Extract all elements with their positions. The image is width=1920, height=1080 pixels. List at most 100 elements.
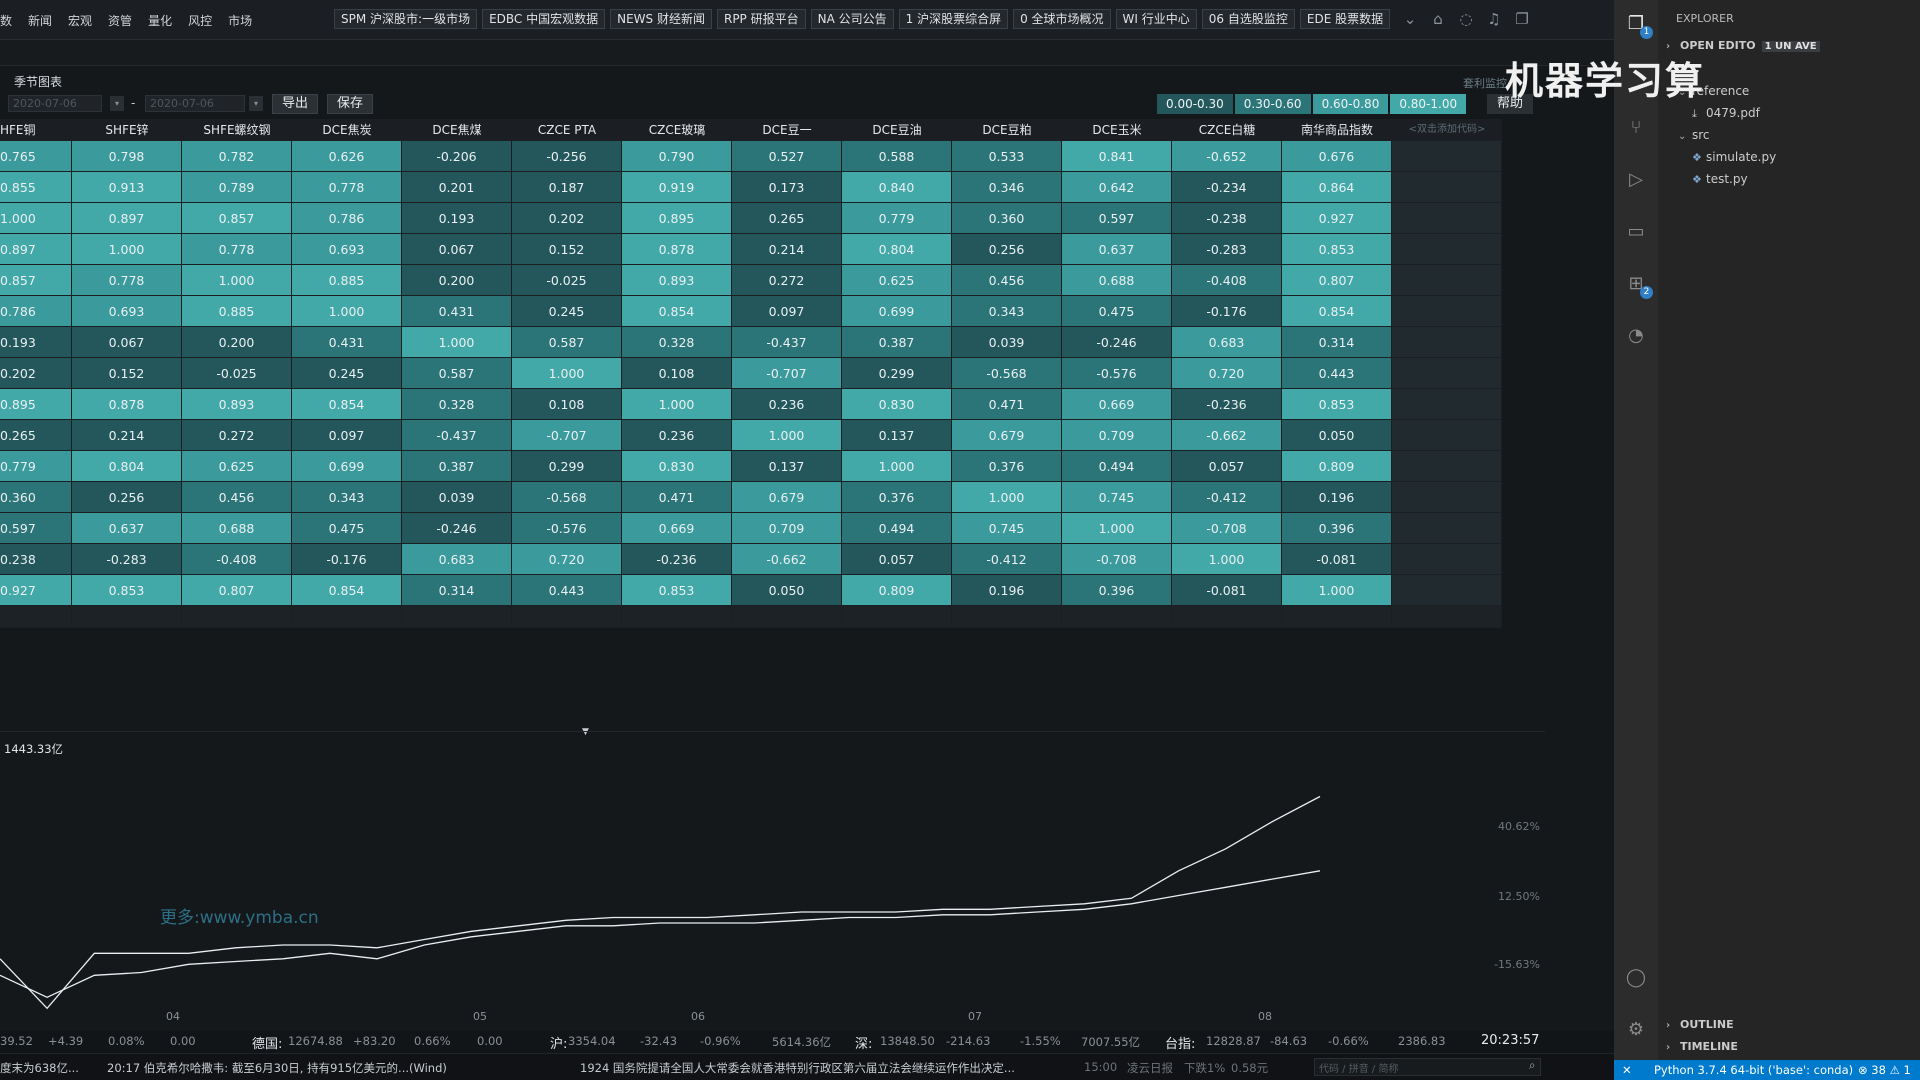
correlation-cell[interactable]: 0.456 [952, 265, 1062, 296]
code-search-input[interactable]: 代码 / 拼音 / 简称 [1314, 1058, 1541, 1076]
correlation-cell[interactable]: -0.437 [732, 327, 842, 358]
correlation-cell[interactable]: -0.081 [1172, 575, 1282, 606]
correlation-cell[interactable]: -0.576 [512, 513, 622, 544]
correlation-cell[interactable]: 0.798 [72, 141, 182, 172]
correlation-cell[interactable]: 0.314 [402, 575, 512, 606]
correlation-cell[interactable]: 0.913 [72, 172, 182, 203]
correlation-cell[interactable]: 0.328 [402, 389, 512, 420]
correlation-cell[interactable]: -0.246 [1062, 327, 1172, 358]
correlation-cell[interactable]: 0.272 [182, 420, 292, 451]
correlation-cell[interactable]: 1.000 [842, 451, 952, 482]
correlation-cell[interactable]: 0.782 [182, 141, 292, 172]
empty-cell[interactable] [952, 606, 1062, 628]
correlation-cell[interactable]: 0.137 [842, 420, 952, 451]
correlation-cell[interactable]: 0.067 [402, 234, 512, 265]
correlation-cell[interactable]: 0.864 [1282, 172, 1392, 203]
correlation-cell[interactable]: 0.471 [952, 389, 1062, 420]
correlation-cell[interactable]: 0.688 [182, 513, 292, 544]
correlation-cell[interactable]: -0.708 [1062, 544, 1172, 575]
empty-cell[interactable] [1392, 420, 1502, 451]
correlation-cell[interactable]: 0.893 [182, 389, 292, 420]
export-button[interactable]: 导出 [272, 94, 319, 114]
column-header[interactable]: DCE豆油 [842, 119, 952, 141]
correlation-cell[interactable]: 0.152 [72, 358, 182, 389]
empty-cell[interactable] [1392, 172, 1502, 203]
column-header[interactable]: CZCE PTA [512, 119, 622, 141]
correlation-cell[interactable]: 0.527 [732, 141, 842, 172]
remote-icon[interactable]: ✕ [1622, 1063, 1632, 1077]
column-header[interactable]: SHFE锌 [72, 119, 182, 141]
correlation-cell[interactable]: 1.000 [622, 389, 732, 420]
correlation-cell[interactable]: 1.000 [512, 358, 622, 389]
ticker-item[interactable]: 度末为638亿... [0, 1060, 79, 1076]
correlation-cell[interactable]: 0.895 [0, 389, 72, 420]
correlation-cell[interactable]: 0.885 [292, 265, 402, 296]
correlation-cell[interactable]: 0.626 [292, 141, 402, 172]
correlation-cell[interactable]: -0.283 [72, 544, 182, 575]
correlation-cell[interactable]: -0.246 [402, 513, 512, 544]
correlation-cell[interactable]: 0.202 [512, 203, 622, 234]
empty-cell[interactable] [1172, 606, 1282, 628]
correlation-cell[interactable]: 0.841 [1062, 141, 1172, 172]
correlation-cell[interactable]: 0.396 [1282, 513, 1392, 544]
correlation-cell[interactable]: -0.437 [402, 420, 512, 451]
correlation-cell[interactable]: 0.720 [1172, 358, 1282, 389]
empty-cell[interactable] [1392, 482, 1502, 513]
ticker-item[interactable]: 1924 国务院提请全国人大常委会就香港特别行政区第六届立法会继续运作作出决定.… [580, 1060, 1015, 1076]
empty-cell[interactable] [1392, 358, 1502, 389]
correlation-cell[interactable]: -0.283 [1172, 234, 1282, 265]
correlation-cell[interactable]: -0.408 [1172, 265, 1282, 296]
correlation-cell[interactable]: -0.236 [1172, 389, 1282, 420]
chat-icon[interactable]: ◌ [1456, 10, 1476, 28]
correlation-cell[interactable]: 0.853 [1282, 234, 1392, 265]
empty-cell[interactable] [1282, 606, 1392, 628]
correlation-cell[interactable]: 0.314 [1282, 327, 1392, 358]
correlation-cell[interactable]: 0.475 [1062, 296, 1172, 327]
calendar-icon[interactable]: ▾ [249, 96, 263, 111]
correlation-cell[interactable]: 0.625 [842, 265, 952, 296]
explorer-icon[interactable]: ❐ 1 [1624, 12, 1653, 39]
correlation-cell[interactable]: 0.256 [72, 482, 182, 513]
correlation-cell[interactable]: 0.238 [0, 544, 72, 575]
correlation-cell[interactable]: 0.597 [1062, 203, 1172, 234]
correlation-cell[interactable]: -0.176 [292, 544, 402, 575]
correlation-cell[interactable]: 0.201 [402, 172, 512, 203]
tab-industry[interactable]: WI 行业中心 [1115, 9, 1197, 29]
correlation-cell[interactable]: -0.576 [1062, 358, 1172, 389]
correlation-cell[interactable]: 0.779 [0, 451, 72, 482]
correlation-cell[interactable]: 0.376 [842, 482, 952, 513]
correlation-cell[interactable]: 0.804 [842, 234, 952, 265]
file-simulate-py[interactable]: ❖ simulate.py [1692, 150, 1776, 164]
correlation-cell[interactable]: 0.272 [732, 265, 842, 296]
correlation-cell[interactable]: 0.057 [1172, 451, 1282, 482]
correlation-cell[interactable]: 0.854 [622, 296, 732, 327]
bell-icon[interactable]: ♫ [1484, 10, 1504, 28]
column-header[interactable]: SHFE螺纹钢 [182, 119, 292, 141]
correlation-cell[interactable]: 0.789 [182, 172, 292, 203]
correlation-cell[interactable]: 0.245 [512, 296, 622, 327]
correlation-cell[interactable]: 0.443 [1282, 358, 1392, 389]
correlation-cell[interactable]: 0.494 [1062, 451, 1172, 482]
correlation-cell[interactable]: 0.265 [0, 420, 72, 451]
save-button[interactable]: 保存 [327, 94, 374, 114]
correlation-cell[interactable]: 0.878 [622, 234, 732, 265]
remote-explorer-icon[interactable]: ▭ [1624, 220, 1648, 244]
empty-cell[interactable] [1392, 513, 1502, 544]
correlation-cell[interactable]: 0.471 [622, 482, 732, 513]
correlation-cell[interactable]: 0.927 [1282, 203, 1392, 234]
correlation-cell[interactable]: 0.443 [512, 575, 622, 606]
correlation-cell[interactable]: 0.857 [0, 265, 72, 296]
column-header[interactable]: DCE豆一 [732, 119, 842, 141]
correlation-cell[interactable]: 0.804 [72, 451, 182, 482]
empty-cell[interactable] [842, 606, 952, 628]
correlation-cell[interactable]: 0.050 [732, 575, 842, 606]
correlation-cell[interactable]: 0.200 [182, 327, 292, 358]
correlation-cell[interactable]: 0.927 [0, 575, 72, 606]
correlation-cell[interactable]: 0.642 [1062, 172, 1172, 203]
account-icon[interactable]: ◯ [1624, 966, 1648, 990]
empty-cell[interactable] [1392, 265, 1502, 296]
correlation-cell[interactable]: 0.196 [1282, 482, 1392, 513]
tab-global[interactable]: 0 全球市场概况 [1013, 9, 1111, 29]
correlation-cell[interactable]: -0.568 [952, 358, 1062, 389]
correlation-cell[interactable]: 0.236 [732, 389, 842, 420]
